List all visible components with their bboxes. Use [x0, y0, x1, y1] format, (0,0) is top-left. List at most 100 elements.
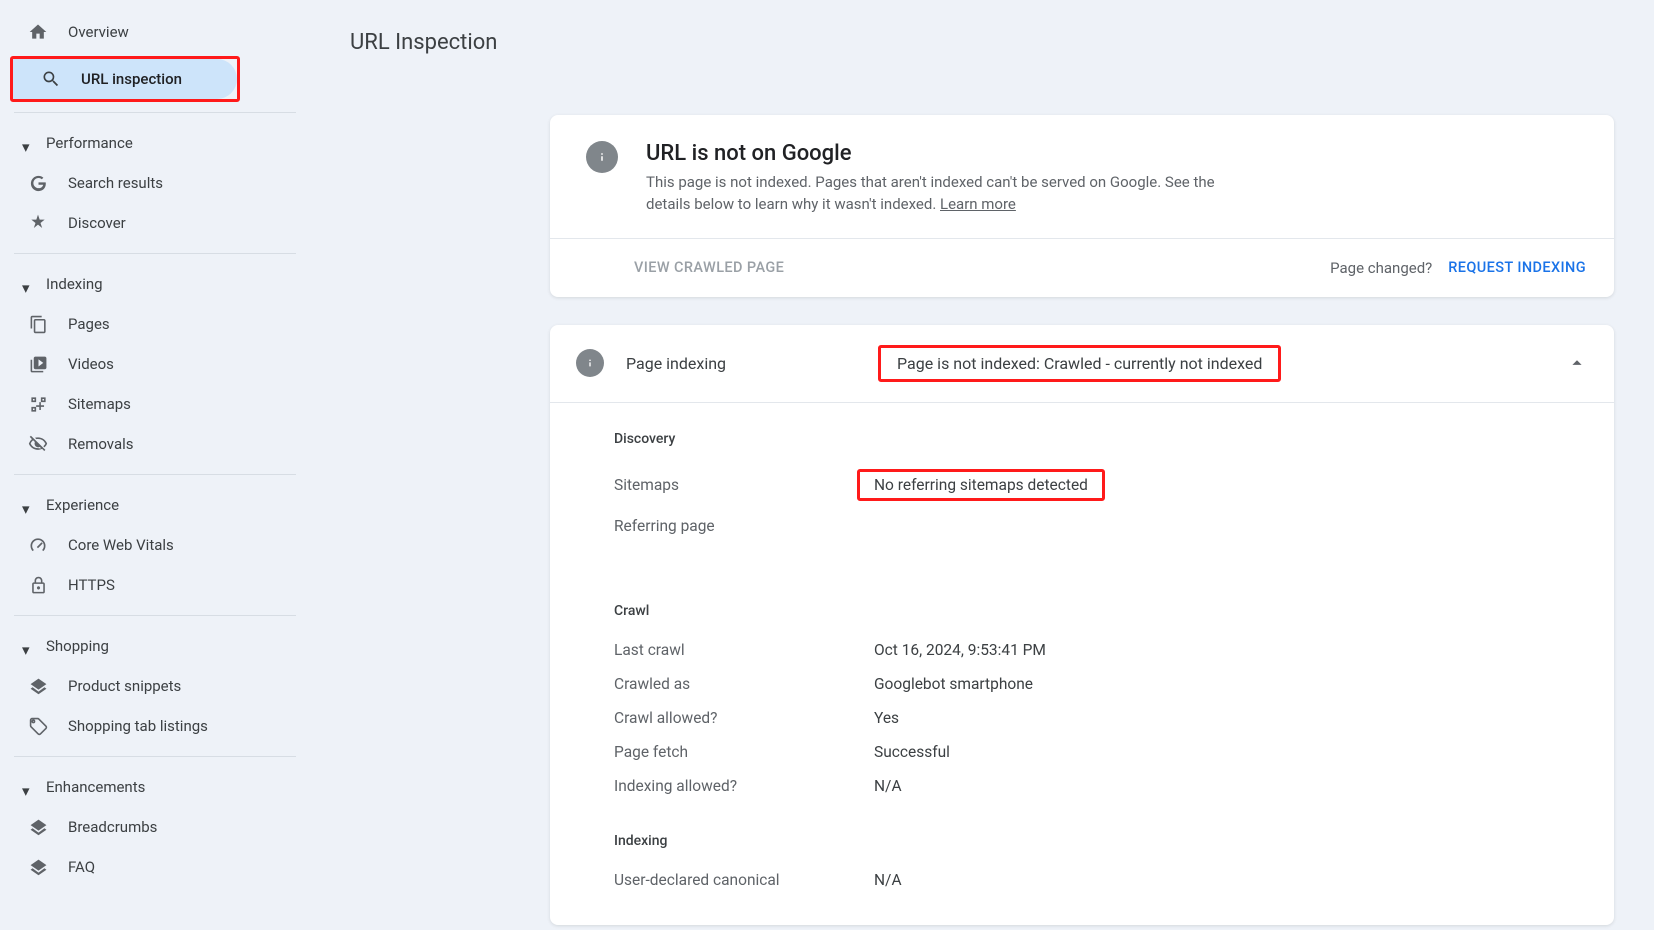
sidebar-section-label: Performance [46, 134, 133, 152]
sidebar-item-removals[interactable]: Removals [0, 424, 260, 464]
sidebar-section-enhancements[interactable]: ▾ Enhancements [0, 767, 310, 807]
sidebar-section-label: Indexing [46, 275, 103, 293]
learn-more-link[interactable]: Learn more [940, 195, 1016, 213]
sidebar-item-label: Sitemaps [68, 395, 131, 413]
sidebar-item-label: FAQ [68, 858, 95, 876]
divider [14, 474, 296, 475]
discovery-section-label: Discovery [614, 431, 1586, 447]
sidebar-item-faq[interactable]: FAQ [0, 847, 260, 887]
sidebar-item-url-inspection[interactable]: URL inspection [13, 59, 237, 99]
sidebar-section-label: Shopping [46, 637, 109, 655]
kv-key: Indexing allowed? [614, 777, 874, 795]
page-changed-label: Page changed? [1330, 259, 1432, 277]
sidebar-item-discover[interactable]: Discover [0, 203, 260, 243]
kv-row: Indexing allowed? N/A [614, 769, 1586, 803]
sidebar-item-label: Removals [68, 435, 134, 453]
google-icon [28, 173, 48, 193]
sidebar: Overview URL inspection ▾ Performance Se… [0, 0, 310, 930]
search-icon [41, 69, 61, 89]
page-indexing-header[interactable]: Page indexing Page is not indexed: Crawl… [550, 325, 1614, 403]
info-icon [576, 349, 604, 377]
sidebar-item-label: Search results [68, 174, 163, 192]
sidebar-item-pages[interactable]: Pages [0, 304, 260, 344]
page-title: URL Inspection [350, 30, 1614, 55]
main-content: URL Inspection URL is not on Google This… [310, 0, 1654, 930]
sidebar-section-performance[interactable]: ▾ Performance [0, 123, 310, 163]
lock-icon [28, 575, 48, 595]
sidebar-item-label: Core Web Vitals [68, 536, 174, 554]
crawl-section-label: Crawl [614, 603, 1586, 619]
sidebar-item-core-web-vitals[interactable]: Core Web Vitals [0, 525, 260, 565]
sidebar-section-shopping[interactable]: ▾ Shopping [0, 626, 310, 666]
sidebar-item-label: Shopping tab listings [68, 717, 208, 735]
pages-icon [28, 314, 48, 334]
indexing-section-label: Indexing [614, 833, 1586, 849]
view-crawled-page-button[interactable]: VIEW CRAWLED PAGE [634, 259, 784, 276]
sidebar-item-breadcrumbs[interactable]: Breadcrumbs [0, 807, 260, 847]
kv-key: Last crawl [614, 641, 874, 659]
url-status-card: URL is not on Google This page is not in… [550, 115, 1614, 297]
kv-key: Referring page [614, 517, 874, 535]
request-indexing-button[interactable]: REQUEST INDEXING [1448, 259, 1586, 276]
visibility-off-icon [28, 434, 48, 454]
divider [14, 253, 296, 254]
sidebar-item-search-results[interactable]: Search results [0, 163, 260, 203]
tag-icon [28, 716, 48, 736]
chevron-up-icon [1566, 352, 1588, 374]
page-indexing-title: Page indexing [626, 354, 726, 373]
divider [14, 615, 296, 616]
sidebar-item-shopping-tab[interactable]: Shopping tab listings [0, 706, 260, 746]
sidebar-section-label: Experience [46, 496, 119, 514]
sidebar-item-label: Product snippets [68, 677, 181, 695]
kv-value-sitemaps: No referring sitemaps detected [857, 469, 1105, 501]
indexing-status-badge: Page is not indexed: Crawled - currently… [878, 345, 1281, 382]
sidebar-section-experience[interactable]: ▾ Experience [0, 485, 310, 525]
status-heading: URL is not on Google [646, 141, 1246, 166]
kv-key: Crawled as [614, 675, 874, 693]
sidebar-item-label: Videos [68, 355, 114, 373]
chevron-down-icon: ▾ [22, 500, 32, 510]
sidebar-item-overview[interactable]: Overview [0, 12, 260, 52]
kv-key: Page fetch [614, 743, 874, 761]
sidebar-item-https[interactable]: HTTPS [0, 565, 260, 605]
chevron-down-icon: ▾ [22, 138, 32, 148]
kv-row-referring: Referring page [614, 509, 1586, 543]
page-indexing-card: Page indexing Page is not indexed: Crawl… [550, 325, 1614, 925]
sidebar-item-label: Discover [68, 214, 126, 232]
sidebar-item-label: Overview [68, 23, 129, 41]
info-icon [586, 141, 618, 173]
kv-value: Googlebot smartphone [874, 675, 1033, 693]
kv-value: Oct 16, 2024, 9:53:41 PM [874, 641, 1046, 659]
layers-icon [28, 676, 48, 696]
kv-row: Page fetch Successful [614, 735, 1586, 769]
videos-icon [28, 354, 48, 374]
sidebar-item-videos[interactable]: Videos [0, 344, 260, 384]
kv-value: N/A [874, 777, 902, 795]
kv-row: Last crawl Oct 16, 2024, 9:53:41 PM [614, 633, 1586, 667]
speed-icon [28, 535, 48, 555]
sidebar-item-label: HTTPS [68, 576, 115, 594]
kv-row: Crawl allowed? Yes [614, 701, 1586, 735]
layers-icon [28, 857, 48, 877]
kv-key: Sitemaps [614, 476, 874, 494]
sidebar-section-indexing[interactable]: ▾ Indexing [0, 264, 310, 304]
discover-icon [28, 213, 48, 233]
chevron-down-icon: ▾ [22, 641, 32, 651]
chevron-down-icon: ▾ [22, 279, 32, 289]
kv-row-sitemaps: Sitemaps No referring sitemaps detected [614, 461, 1586, 509]
kv-key: User-declared canonical [614, 871, 874, 889]
divider [14, 756, 296, 757]
kv-value: Successful [874, 743, 950, 761]
status-description: This page is not indexed. Pages that are… [646, 172, 1246, 216]
layers-icon [28, 817, 48, 837]
kv-key: Crawl allowed? [614, 709, 874, 727]
sidebar-item-label: Breadcrumbs [68, 818, 157, 836]
kv-row: User-declared canonical N/A [614, 863, 1586, 897]
sidebar-section-label: Enhancements [46, 778, 145, 796]
sitemap-icon [28, 394, 48, 414]
sidebar-item-sitemaps[interactable]: Sitemaps [0, 384, 260, 424]
kv-row: Crawled as Googlebot smartphone [614, 667, 1586, 701]
kv-value: Yes [874, 709, 899, 727]
sidebar-item-product-snippets[interactable]: Product snippets [0, 666, 260, 706]
sidebar-item-label: URL inspection [81, 70, 182, 88]
